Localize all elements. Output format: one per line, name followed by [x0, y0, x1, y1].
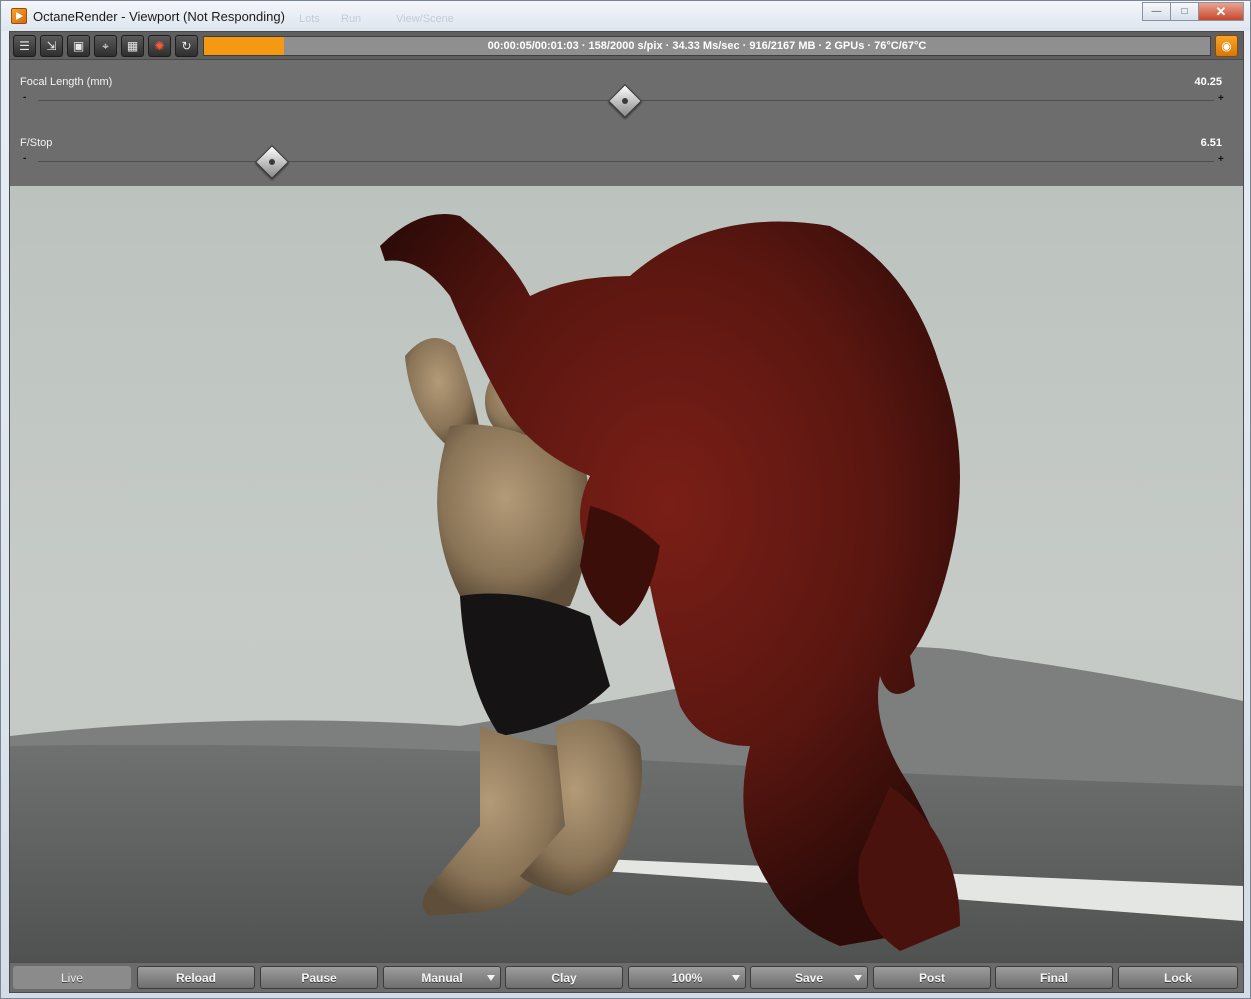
chevron-down-icon [487, 975, 495, 981]
reload-button[interactable]: Reload [137, 966, 255, 989]
grid-view-icon[interactable]: ▦ [121, 35, 144, 57]
pick-focus-icon[interactable]: ⌖ [94, 35, 117, 57]
window-title: OctaneRender - Viewport (Not Responding) [33, 9, 285, 24]
refresh-icon[interactable]: ↻ [175, 35, 198, 57]
octane-window: OctaneRender - Viewport (Not Responding)… [0, 0, 1251, 999]
background-menu-ghost: Run [341, 13, 362, 25]
chevron-down-icon [732, 975, 740, 981]
live-button[interactable]: Live [13, 966, 131, 989]
rendered-scene-image [10, 214, 1243, 962]
zoom-dropdown-label: 100% [671, 970, 703, 985]
node-inspector-icon[interactable]: ☰ [13, 35, 36, 57]
viewport-bottom-bar: Live Reload Pause Manual Clay 100% Save … [10, 962, 1243, 992]
camera-sliders-panel: Focal Length (mm) 40.25 - + F/Stop 6.51 … [10, 60, 1243, 186]
save-dropdown[interactable]: Save [750, 966, 868, 989]
window-controls: — □ ✕ [1142, 2, 1244, 21]
clay-button[interactable]: Clay [505, 966, 623, 989]
close-button[interactable]: ✕ [1198, 2, 1244, 21]
lock-button[interactable]: Lock [1118, 966, 1238, 989]
color-picker-icon[interactable]: ✺ [148, 35, 171, 57]
save-dropdown-label: Save [794, 970, 824, 985]
final-button[interactable]: Final [995, 966, 1113, 989]
focal-length-slider-handle[interactable] [607, 84, 642, 118]
title-bar[interactable]: OctaneRender - Viewport (Not Responding)… [1, 1, 1250, 31]
focal-length-decrement[interactable]: - [23, 92, 26, 103]
maximize-button[interactable]: □ [1170, 2, 1198, 21]
camera-icon[interactable]: ◉ [1215, 35, 1238, 57]
render-progress-bar: 00:00:05/00:01:03 · 158/2000 s/pix · 34.… [203, 36, 1211, 56]
background-menu-ghost: View/Scene [396, 13, 454, 25]
fstop-label: F/Stop [20, 137, 53, 149]
chevron-down-icon [854, 975, 862, 981]
octane-app-icon [11, 8, 27, 24]
viewport-toolbar: ☰ ⇲ ▣ ⌖ ▦ ✺ ↻ 00:00:05/00:01:03 · 158/20… [10, 32, 1243, 60]
focal-length-label: Focal Length (mm) [20, 76, 113, 88]
pause-button[interactable]: Pause [260, 966, 378, 989]
post-button[interactable]: Post [873, 966, 991, 989]
render-viewport[interactable] [10, 186, 1243, 962]
background-menu-ghost: Lots [299, 13, 320, 25]
render-status-text: 00:00:05/00:01:03 · 158/2000 s/pix · 34.… [487, 40, 927, 52]
render-region-icon[interactable]: ▣ [67, 35, 90, 57]
fstop-increment[interactable]: + [1218, 154, 1224, 165]
import-icon[interactable]: ⇲ [40, 35, 63, 57]
viewport-client: ☰ ⇲ ▣ ⌖ ▦ ✺ ↻ 00:00:05/00:01:03 · 158/20… [9, 31, 1244, 993]
manual-dropdown[interactable]: Manual [383, 966, 501, 989]
fstop-slider-handle[interactable] [255, 145, 289, 179]
focal-length-value: 40.25 [1194, 76, 1222, 88]
fstop-decrement[interactable]: - [23, 153, 26, 164]
fstop-track[interactable] [38, 161, 1214, 162]
minimize-button[interactable]: — [1142, 2, 1170, 21]
fstop-value: 6.51 [1200, 137, 1222, 149]
zoom-dropdown[interactable]: 100% [628, 966, 746, 989]
focal-length-increment[interactable]: + [1218, 93, 1224, 104]
manual-dropdown-label: Manual [421, 970, 463, 985]
